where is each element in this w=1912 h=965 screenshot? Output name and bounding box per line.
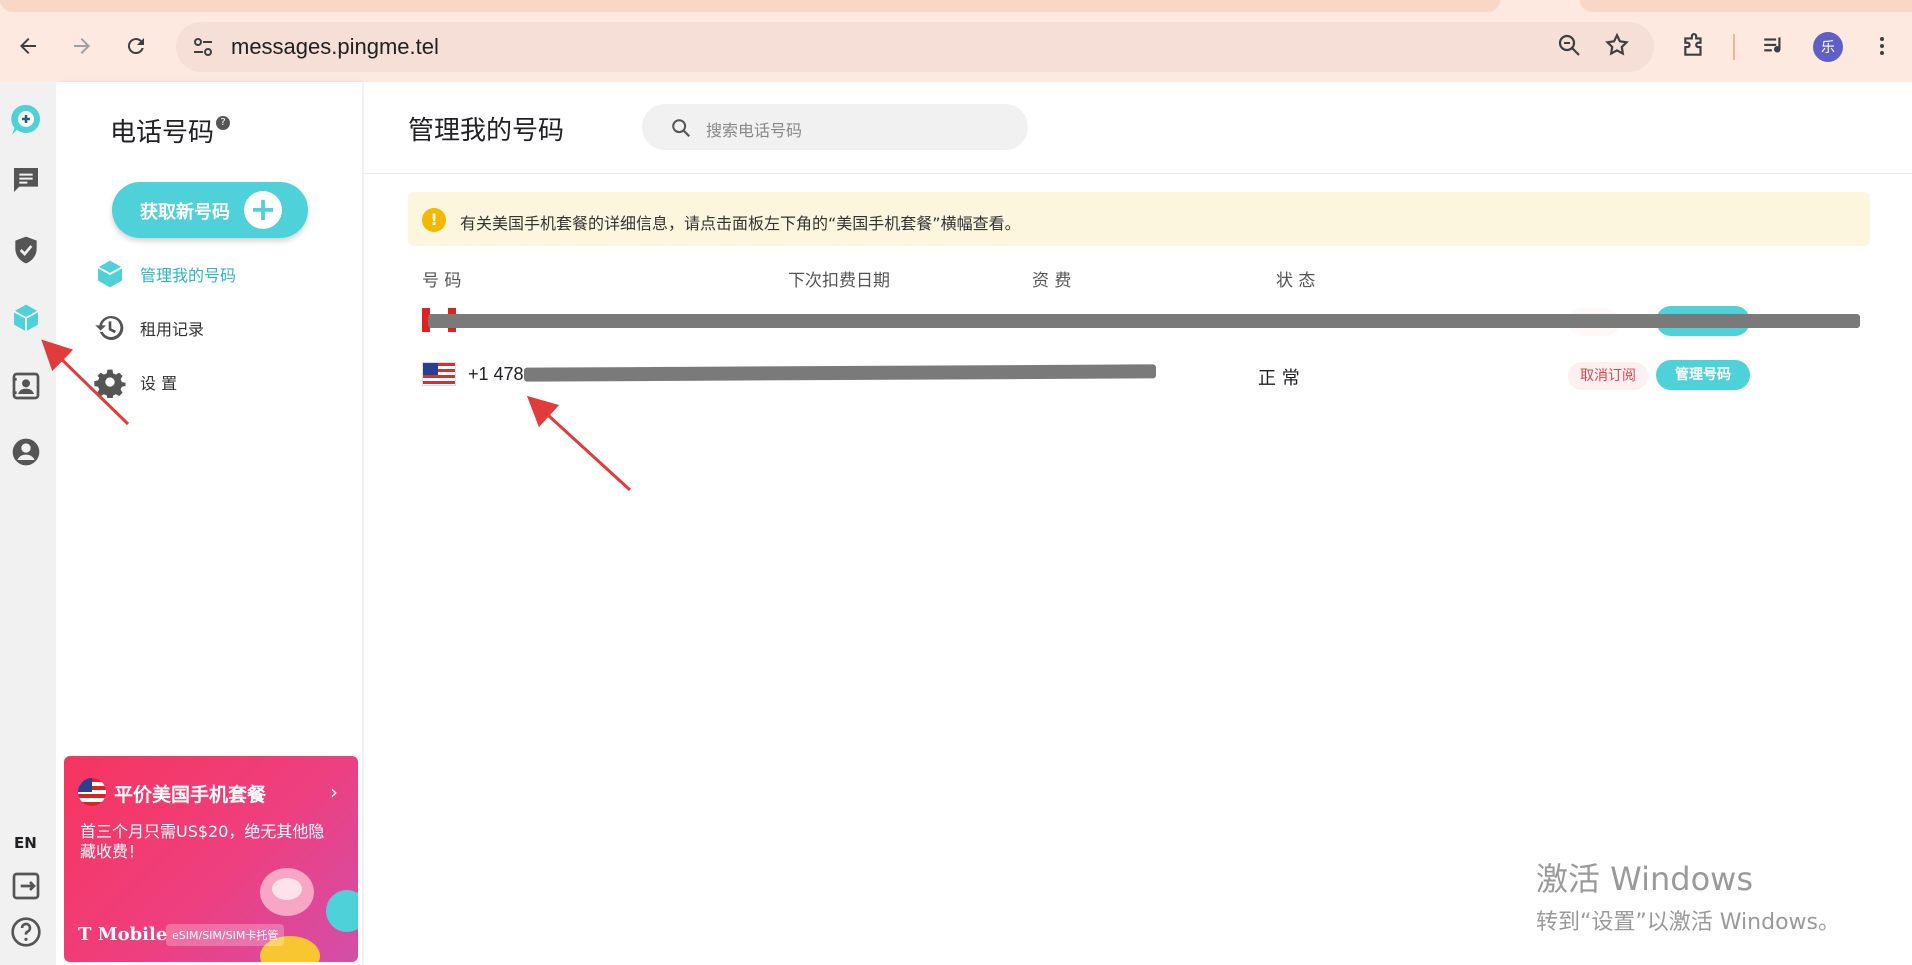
browser-toolbar: messages.pingme.tel 乐 [0,18,1912,76]
profile-avatar[interactable]: 乐 [1813,32,1843,62]
phone-numbers-cube-icon[interactable] [8,300,44,336]
redaction-bar [523,364,1157,382]
table-row[interactable] [420,300,1870,340]
plus-icon: + [244,191,282,229]
manage-number-button[interactable]: 管理号码 [1656,360,1750,390]
main-content: 管理我的号码 搜索电话号码 ! 有关美国手机套餐的详细信息，请点击面板左下角的“… [364,82,1912,965]
watermark-line1: 激活 Windows [1536,860,1754,898]
extensions-icon[interactable] [1676,28,1712,64]
search-input[interactable]: 搜索电话号码 [642,104,1028,150]
chevron-right-icon: › [330,780,338,804]
pingme-logo-icon[interactable] [8,102,44,138]
media-control-icon[interactable] [1756,28,1792,64]
help-question-icon[interactable]: ? [216,116,231,130]
watermark-line2: 转到“设置”以激活 Windows。 [1536,910,1840,935]
sidebar-item-manage-numbers[interactable]: 管理我的号码 [94,254,236,294]
main-header: 管理我的号码 搜索电话号码 [364,82,1912,174]
history-icon [94,312,126,344]
sidebar-title: 电话号码? [110,112,231,149]
help-icon[interactable] [8,914,44,950]
promo-title: 平价美国手机套餐 [114,784,267,806]
warning-icon: ! [422,208,446,232]
address-bar[interactable]: messages.pingme.tel [176,22,1654,72]
phone-call-illustration [326,890,358,932]
back-icon[interactable] [10,28,46,64]
redaction-bar [428,314,1860,328]
forward-icon[interactable] [64,28,100,64]
tab-strip-right[interactable] [1580,0,1912,12]
site-settings-icon[interactable] [190,34,216,64]
search-placeholder: 搜索电话号码 [706,121,803,140]
messages-icon[interactable] [8,162,44,198]
us-flag-icon [78,778,106,806]
tab-strip[interactable] [0,0,1500,12]
contacts-icon[interactable] [8,368,44,404]
cancel-subscription-button[interactable]: 取消订阅 [1568,362,1648,390]
sidebar-title-text: 电话号码 [110,118,215,148]
logout-icon[interactable] [8,868,44,904]
zoom-icon[interactable] [1556,32,1582,62]
promo-subtitle: 首三个月只需US$20，绝无其他隐藏收费！ [80,822,325,861]
column-header-number: 号 码 [422,271,462,291]
chat-bubble-inner [272,878,302,900]
security-shield-icon[interactable] [8,232,44,268]
column-header-fee: 资 费 [1032,271,1072,291]
get-new-number-button[interactable]: 获取新号码 + [112,182,308,238]
us-plan-promo-banner[interactable]: 平价美国手机套餐 › 首三个月只需US$20，绝无其他隐藏收费！ T Mobil… [64,756,358,962]
tmobile-logo: T Mobile [78,924,168,945]
column-header-next-billing: 下次扣费日期 [788,271,890,291]
info-notice: ! 有关美国手机套餐的详细信息，请点击面板左下角的“美国手机套餐”横幅查看。 [408,192,1870,246]
account-icon[interactable] [8,434,44,470]
url-text[interactable]: messages.pingme.tel [231,34,439,60]
sidebar-item-label: 管理我的号码 [140,266,237,285]
phone-number: +1 478 [468,364,524,384]
icon-rail: EN [0,82,56,965]
gear-icon [94,366,126,398]
us-flag-icon [422,362,456,386]
status-text: 正 常 [1258,368,1300,389]
sidebar-item-label: 租用记录 [140,320,205,339]
more-menu-icon[interactable] [1864,28,1900,64]
language-switch[interactable]: EN [14,834,37,852]
phone-sidebar: 电话号码? 获取新号码 + 管理我的号码 租用记录 设 置 平价美国手机套餐 ›… [58,82,362,965]
bookmark-star-icon[interactable] [1604,32,1630,62]
windows-activation-watermark: 激活 Windows 转到“设置”以激活 Windows。 [1536,854,1840,936]
page-title: 管理我的号码 [408,116,565,146]
reload-icon[interactable] [118,28,154,64]
promo-tag: eSIM/SIM/SIM卡托管 [166,924,285,946]
search-icon [670,117,692,143]
notice-text: 有关美国手机套餐的详细信息，请点击面板左下角的“美国手机套餐”横幅查看。 [460,214,1021,233]
sidebar-item-rental-history[interactable]: 租用记录 [94,308,204,348]
column-header-status: 状 态 [1276,271,1316,291]
cube-icon [94,258,126,290]
browser-chrome: messages.pingme.tel 乐 [0,0,1912,82]
sidebar-item-label: 设 置 [140,374,178,393]
table-row[interactable]: +1 478 正 常 取消订阅 管理号码 [420,354,1870,394]
sidebar-item-settings[interactable]: 设 置 [94,362,177,402]
get-new-number-label: 获取新号码 [140,202,230,223]
toolbar-divider [1733,34,1735,60]
